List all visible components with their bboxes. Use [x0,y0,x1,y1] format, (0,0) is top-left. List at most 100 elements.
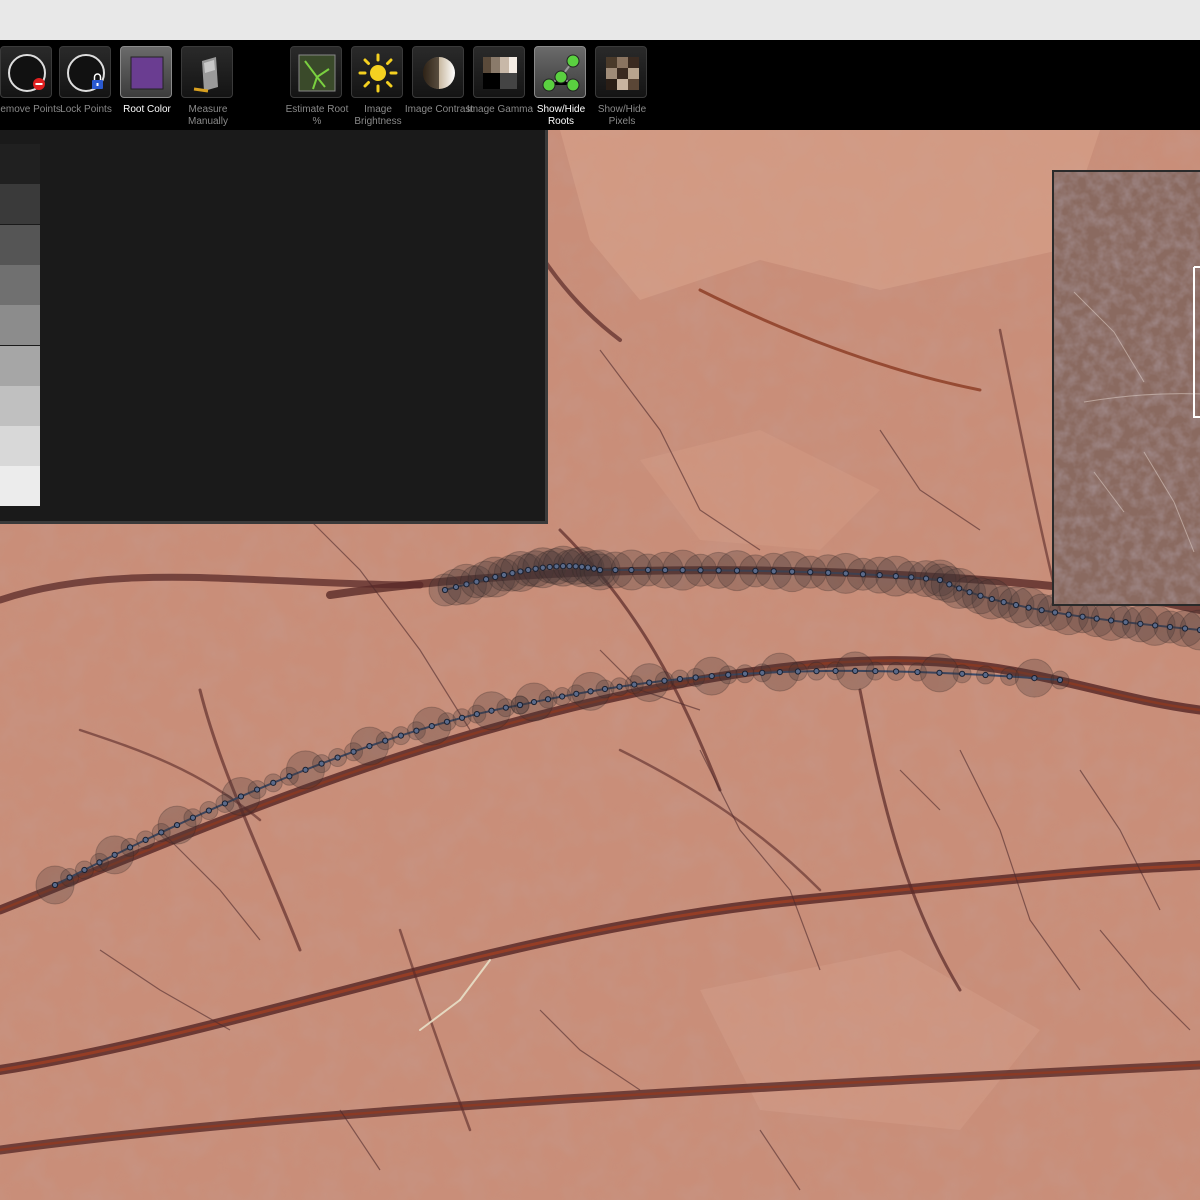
root-point[interactable] [1000,599,1007,606]
root-point[interactable] [872,667,879,675]
root-point[interactable] [1166,623,1174,631]
root-point[interactable] [397,732,404,739]
root-point[interactable] [382,737,389,744]
root-point[interactable] [428,723,435,730]
root-point[interactable] [612,566,619,574]
show-hide-roots-tool[interactable]: Show/Hide Roots [530,46,592,130]
root-point[interactable] [1079,613,1086,620]
root-point[interactable] [596,566,604,574]
image-gamma-button[interactable] [473,46,525,98]
root-point[interactable] [1093,615,1100,622]
remove-points-button[interactable] [0,46,52,98]
root-point[interactable] [1031,675,1038,682]
root-color-button[interactable] [120,46,172,98]
root-point[interactable] [546,563,553,571]
root-point[interactable] [616,683,623,690]
root-point[interactable] [825,569,832,576]
root-point[interactable] [628,566,635,574]
root-point[interactable] [500,571,508,579]
root-point[interactable] [553,563,560,570]
root-point[interactable] [473,710,480,718]
root-point[interactable] [708,672,715,680]
root-point[interactable] [441,586,449,594]
lock-points-button[interactable] [59,46,111,98]
root-point[interactable] [51,881,59,889]
color-swatch[interactable] [0,264,40,305]
estimate-root-button[interactable] [290,46,342,98]
image-contrast-tool[interactable]: Image Contrast [405,46,473,130]
root-point[interactable] [1012,601,1020,609]
image-brightness-button[interactable] [351,46,403,98]
color-swatch[interactable] [0,345,40,386]
root-point[interactable] [1181,625,1189,632]
image-preview-minimap[interactable] [1052,170,1200,606]
lock-points-tool[interactable]: Lock Points [55,46,117,130]
root-point[interactable] [770,568,777,575]
root-point[interactable] [584,564,592,571]
root-point[interactable] [661,677,668,684]
root-point[interactable] [559,693,566,700]
root-point[interactable] [1051,609,1059,616]
root-point[interactable] [559,563,567,570]
image-gamma-tool[interactable]: Image Gamma [467,46,533,130]
root-point[interactable] [914,668,921,676]
root-point[interactable] [458,714,466,721]
root-point[interactable] [254,786,261,793]
color-swatch[interactable] [0,184,40,225]
color-swatch[interactable] [0,466,40,507]
root-point[interactable] [876,572,883,579]
root-point[interactable] [676,675,684,683]
root-point[interactable] [413,727,420,734]
root-point[interactable] [813,668,820,675]
show-hide-pixels-button[interactable] [595,46,647,98]
root-point[interactable] [977,592,984,599]
root-point[interactable] [158,829,165,836]
root-point[interactable] [488,707,495,714]
color-swatch[interactable] [0,385,40,426]
root-point[interactable] [302,766,309,773]
root-point[interactable] [752,567,759,575]
root-point[interactable] [66,874,73,881]
root-point[interactable] [237,793,245,800]
root-point[interactable] [318,760,325,767]
measure-manually-button[interactable] [181,46,233,98]
root-point[interactable] [644,566,652,574]
root-point[interactable] [96,859,103,866]
root-point[interactable] [892,668,900,675]
root-point[interactable] [788,568,796,575]
root-point[interactable] [443,718,451,725]
image-brightness-tool[interactable]: Image Brightness [347,46,409,130]
root-point[interactable] [946,581,953,588]
root-point[interactable] [832,667,839,675]
root-point[interactable] [697,567,704,574]
root-point[interactable] [516,701,524,709]
color-swatch[interactable] [0,426,40,467]
root-point[interactable] [733,567,741,574]
root-point[interactable] [741,670,749,677]
root-point[interactable] [982,671,989,679]
root-point[interactable] [936,576,944,584]
root-point[interactable] [679,567,686,574]
color-swatch[interactable] [0,305,40,346]
image-contrast-button[interactable] [412,46,464,98]
root-point[interactable] [1137,620,1144,627]
root-point[interactable] [452,583,460,591]
show-hide-pixels-tool[interactable]: Show/Hide Pixels [591,46,653,130]
root-point[interactable] [631,681,638,688]
root-point[interactable] [959,670,966,677]
root-point[interactable] [646,679,653,686]
root-point[interactable] [539,564,546,571]
root-point[interactable] [1038,607,1045,614]
root-point[interactable] [1056,676,1064,684]
root-point[interactable] [205,807,212,814]
root-point[interactable] [221,800,229,807]
root-point[interactable] [126,844,134,851]
root-point[interactable] [922,575,930,582]
root-point[interactable] [859,571,867,578]
root-point[interactable] [892,573,899,580]
root-point[interactable] [189,814,197,821]
root-point[interactable] [173,821,181,829]
root-point[interactable] [759,669,766,676]
root-point[interactable] [842,570,849,577]
root-point[interactable] [473,578,480,585]
